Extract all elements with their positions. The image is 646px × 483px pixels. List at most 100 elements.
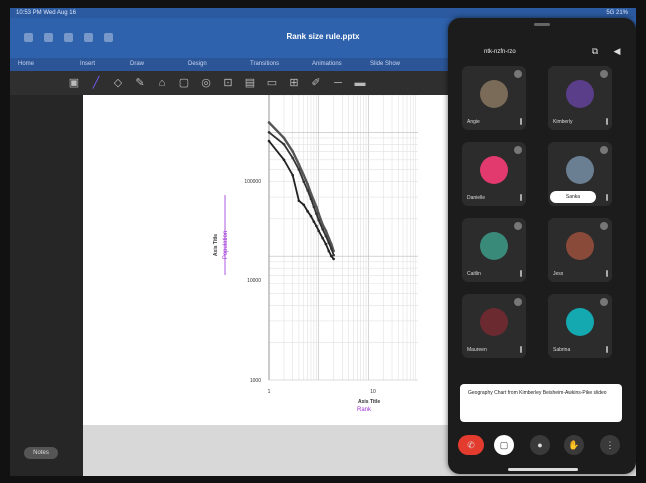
x-tick-label: 10 bbox=[370, 389, 376, 395]
more-icon[interactable] bbox=[600, 146, 608, 154]
status-bar: 10:53 PM Wed Aug 16 5G 21% bbox=[10, 8, 636, 18]
data-point bbox=[282, 136, 286, 140]
participant-name: Danielle bbox=[467, 195, 486, 201]
chart-series bbox=[267, 121, 335, 261]
camera-toggle-button[interactable]: ▢ bbox=[494, 435, 514, 455]
participant-tile[interactable]: Caitlin bbox=[462, 218, 526, 282]
data-point bbox=[267, 139, 271, 143]
tab-design[interactable]: Design bbox=[188, 61, 207, 67]
participant-tile[interactable]: Kimberly bbox=[548, 66, 612, 130]
tab-draw[interactable]: Draw bbox=[130, 61, 144, 67]
data-point bbox=[291, 173, 294, 177]
mic-icon bbox=[520, 270, 522, 277]
more-icon[interactable] bbox=[514, 298, 522, 306]
status-time: 10:53 PM Wed Aug 16 bbox=[16, 10, 76, 16]
more-options-button[interactable]: ⋮ bbox=[600, 435, 620, 455]
end-call-button[interactable]: ✆ bbox=[458, 435, 484, 455]
data-point bbox=[302, 173, 306, 177]
participant-avatar bbox=[566, 308, 594, 336]
pinned-badge[interactable]: Sanka bbox=[550, 191, 596, 203]
data-point bbox=[332, 257, 335, 261]
more-icon[interactable] bbox=[514, 70, 522, 78]
series-line bbox=[268, 131, 335, 256]
pen-icon[interactable]: ╱ bbox=[90, 77, 102, 89]
thin-line-icon[interactable]: ─ bbox=[332, 77, 344, 89]
data-point bbox=[267, 121, 271, 124]
data-point bbox=[297, 168, 301, 171]
data-point bbox=[291, 156, 294, 160]
thick-line-icon[interactable]: ▬ bbox=[354, 77, 366, 89]
meeting-code[interactable]: ntk-nzfn-rzo bbox=[484, 49, 516, 55]
participant-tile[interactable]: Sabrina bbox=[548, 294, 612, 358]
ink-to-shape-icon[interactable]: ▤ bbox=[244, 77, 256, 89]
speaker-icon[interactable]: ◀ bbox=[610, 44, 624, 58]
data-point bbox=[332, 253, 335, 257]
mic-icon bbox=[606, 346, 608, 353]
chart-grid bbox=[268, 94, 418, 381]
tab-transitions[interactable]: Transitions bbox=[250, 61, 279, 67]
replay-icon[interactable]: ▭ bbox=[266, 77, 278, 89]
data-point bbox=[302, 203, 306, 207]
status-battery: 5G 21% bbox=[606, 10, 628, 16]
data-point bbox=[327, 241, 331, 245]
participant-name: Angie bbox=[467, 119, 480, 125]
data-point bbox=[267, 130, 271, 134]
more-icon[interactable] bbox=[600, 222, 608, 230]
more-icon[interactable] bbox=[514, 222, 522, 230]
participant-tile[interactable]: Maureen bbox=[462, 294, 526, 358]
x-axis-handwritten-label: Rank bbox=[357, 407, 372, 413]
participant-avatar bbox=[566, 156, 594, 184]
presentation-toast[interactable]: Geography Chart from Kimberley Beisheim-… bbox=[460, 384, 622, 422]
shape-icon[interactable]: ▢ bbox=[178, 77, 190, 89]
ink-to-text-icon[interactable]: ⊡ bbox=[222, 77, 234, 89]
data-point bbox=[297, 163, 301, 166]
more-icon[interactable] bbox=[514, 146, 522, 154]
ipad-screen: 10:53 PM Wed Aug 16 5G 21% Rank size rul… bbox=[10, 8, 636, 476]
participant-avatar bbox=[480, 308, 508, 336]
data-point bbox=[302, 180, 306, 183]
mic-toggle-button[interactable]: ● bbox=[530, 435, 550, 455]
y-tick-label: 1000 bbox=[250, 378, 261, 384]
participant-tile[interactable]: Sanka bbox=[548, 142, 612, 206]
data-point bbox=[317, 212, 320, 216]
y-axis-handwritten-label: Population bbox=[223, 231, 229, 259]
raise-hand-button[interactable]: ✋ bbox=[564, 435, 584, 455]
add-pen-icon[interactable]: ⊞ bbox=[288, 77, 300, 89]
marker-icon[interactable]: ✐ bbox=[310, 77, 322, 89]
data-point bbox=[315, 212, 318, 216]
data-point bbox=[324, 229, 328, 233]
participant-tile[interactable]: Jess bbox=[548, 218, 612, 282]
switch-camera-icon[interactable]: ⧉ bbox=[588, 44, 602, 58]
data-point bbox=[315, 224, 318, 228]
data-point bbox=[309, 214, 313, 218]
data-point bbox=[282, 142, 286, 146]
notes-button[interactable]: Notes bbox=[24, 447, 58, 459]
participant-avatar bbox=[480, 156, 508, 184]
data-point bbox=[317, 218, 320, 222]
participant-tile[interactable]: Angie bbox=[462, 66, 526, 130]
highlighter-icon[interactable]: ◇ bbox=[112, 77, 124, 89]
eraser-icon[interactable]: ⌂ bbox=[156, 77, 168, 89]
chart-area[interactable]: 100000 10000 1000 1 10 Axis Title Popula… bbox=[203, 94, 418, 413]
participant-avatar bbox=[566, 232, 594, 260]
tab-insert[interactable]: Insert bbox=[80, 61, 95, 67]
tab-slide-show[interactable]: Slide Show bbox=[370, 61, 400, 67]
tab-home[interactable]: Home bbox=[18, 61, 34, 67]
participant-tile[interactable]: Danielle bbox=[462, 142, 526, 206]
more-icon[interactable] bbox=[600, 298, 608, 306]
panel-drag-handle[interactable] bbox=[534, 23, 550, 26]
x-tick-label: 1 bbox=[268, 389, 271, 395]
data-point bbox=[309, 197, 313, 201]
slide[interactable]: 100000 10000 1000 1 10 Axis Title Popula… bbox=[83, 94, 463, 425]
mic-icon bbox=[520, 346, 522, 353]
lasso-icon[interactable]: ▣ bbox=[68, 77, 80, 89]
data-point bbox=[330, 247, 333, 250]
meet-floating-panel[interactable]: ntk-nzfn-rzo ⧉ ◀ Angie Kimberly Danielle Sa… bbox=[448, 18, 636, 474]
tab-animations[interactable]: Animations bbox=[312, 61, 342, 67]
mic-icon bbox=[606, 118, 608, 125]
pencil-icon[interactable]: ✎ bbox=[134, 77, 146, 89]
more-icon[interactable] bbox=[600, 70, 608, 78]
rank-size-chart[interactable]: 100000 10000 1000 1 10 Axis Title Popula… bbox=[203, 94, 418, 395]
ruler-icon[interactable]: ◎ bbox=[200, 77, 212, 89]
participant-avatar bbox=[480, 232, 508, 260]
